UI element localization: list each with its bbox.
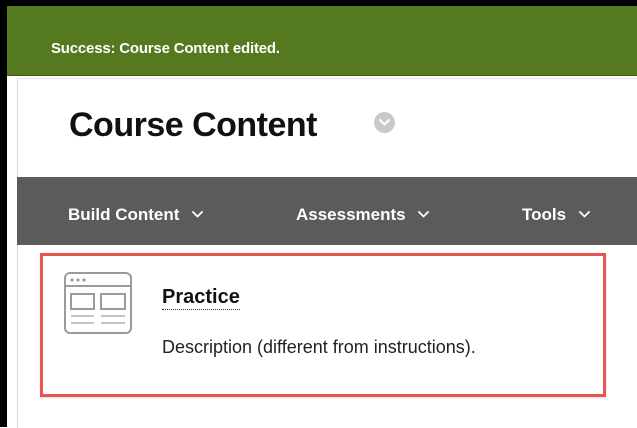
practice-item-link[interactable]: Practice — [162, 285, 240, 310]
content-item-practice: Practice Description (different from ins… — [40, 253, 606, 397]
chevron-down-icon — [418, 203, 430, 223]
success-notification-bar: Success: Course Content edited. — [7, 6, 637, 76]
success-message: Success: Course Content edited. — [51, 40, 280, 57]
tools-menu-button[interactable]: Tools — [522, 203, 590, 225]
content-toolbar: Build Content Assessments Tools — [17, 177, 637, 245]
chevron-down-icon — [578, 203, 590, 223]
assessments-label: Assessments — [296, 205, 406, 224]
build-content-menu-button[interactable]: Build Content — [68, 203, 204, 225]
page-title: Course Content — [69, 106, 318, 144]
tools-label: Tools — [522, 205, 567, 224]
chevron-down-icon — [192, 203, 204, 223]
item-description: Description (different from instructions… — [162, 337, 476, 357]
web-page-icon — [64, 272, 132, 339]
build-content-label: Build Content — [68, 205, 180, 224]
title-options-chevron-icon[interactable] — [374, 112, 395, 133]
assessments-menu-button[interactable]: Assessments — [296, 203, 430, 225]
